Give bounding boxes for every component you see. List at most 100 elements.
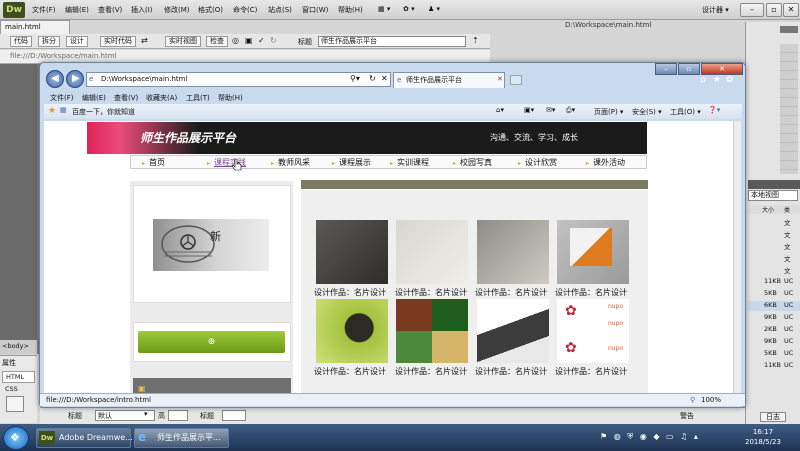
site-nav-item[interactable]: ▸ 教师风采	[271, 157, 310, 168]
ie-menu-favorites[interactable]: 收藏夹(A)	[146, 93, 177, 103]
props-format-icon[interactable]	[6, 396, 24, 412]
tray-shield-icon[interactable]: ⛨	[627, 432, 633, 441]
log-button[interactable]: 日志	[760, 412, 786, 422]
tray-monitor-icon[interactable]: ▭	[666, 432, 674, 441]
taskbar-ie[interactable]: 师生作品展示平...	[134, 428, 229, 448]
work-thumb-5[interactable]	[316, 299, 388, 363]
browser-tab[interactable]: 师生作品展示平台	[393, 72, 505, 88]
tray-volume-icon[interactable]: ♫	[680, 432, 687, 441]
home-icon[interactable]: ⌂	[700, 75, 706, 85]
files-row[interactable]: 文	[748, 241, 800, 251]
files-row[interactable]: 5KB UC	[748, 289, 800, 299]
ie-menu-view[interactable]: 查看(V)	[114, 93, 138, 103]
mail-icon[interactable]: ✉▾	[546, 106, 555, 114]
layout-icon[interactable]: ▦ ▾	[378, 5, 390, 13]
menu-window[interactable]: 窗口(W)	[302, 5, 328, 15]
tray-network-icon[interactable]: ◍	[614, 432, 621, 441]
suggested-sites-icon[interactable]: ▦	[60, 106, 67, 114]
files-row[interactable]: 9KB UC	[748, 313, 800, 323]
files-row[interactable]: 文	[748, 229, 800, 239]
print-icon[interactable]: ⎙▾	[566, 106, 575, 115]
search-icon[interactable]: ⚲▾	[350, 74, 360, 83]
files-row[interactable]: 2KB UC	[748, 325, 800, 335]
start-button[interactable]: ❖	[3, 426, 29, 450]
menu-file[interactable]: 文件(F)	[32, 5, 56, 15]
refresh-icon[interactable]: ↻	[369, 74, 376, 83]
work-thumb-6[interactable]	[396, 299, 468, 363]
new-tab-button[interactable]	[510, 75, 522, 85]
tray-app-icon[interactable]: ◉	[640, 432, 647, 441]
tag-selector[interactable]: <body>	[0, 340, 37, 354]
browser-close-button[interactable]: ✕	[701, 63, 743, 75]
zoom-icon[interactable]: ⚲	[690, 394, 695, 406]
favorites-icon[interactable]: ★	[48, 106, 56, 116]
safety-menu[interactable]: 安全(S) ▾	[632, 107, 662, 117]
live-view-button[interactable]: 实时视图	[165, 36, 201, 47]
files-row[interactable]: 文	[748, 265, 800, 275]
validate-icon[interactable]: ✓	[258, 36, 265, 45]
files-row[interactable]: 5KB UC	[748, 349, 800, 359]
inspect-toggle-icon[interactable]: ⇄	[141, 36, 148, 45]
menu-insert[interactable]: 插入(I)	[131, 5, 153, 15]
help-icon[interactable]: ❓▾	[708, 106, 720, 114]
browser-restore-button[interactable]: ▫	[678, 63, 700, 75]
green-action-button[interactable]: ⊕	[138, 331, 285, 353]
tools-gear-icon[interactable]: ✿	[726, 75, 734, 85]
ie-menu-tools[interactable]: 工具(T)	[186, 93, 210, 103]
work-thumb-3[interactable]	[477, 220, 549, 284]
tools-menu[interactable]: 工具(O) ▾	[670, 107, 701, 117]
feeds-icon[interactable]: ▣▾	[524, 106, 534, 114]
title-prop-input[interactable]	[222, 410, 246, 421]
files-row[interactable]: 11KB UC	[748, 277, 800, 287]
work-thumb-2[interactable]	[396, 220, 468, 284]
site-nav-item[interactable]: ▸ 课程展示	[332, 157, 371, 168]
ie-menu-edit[interactable]: 编辑(E)	[82, 93, 106, 103]
restore-button[interactable]: ▫	[766, 3, 782, 17]
live-code-button[interactable]: 实时代码	[100, 36, 136, 47]
designer-workspace-menu[interactable]: 设计器 ▾	[702, 5, 729, 15]
stop-icon[interactable]: ✕	[381, 74, 388, 83]
site-nav-item[interactable]: ▸ 首页	[142, 157, 165, 168]
globe-icon[interactable]: ◎	[232, 36, 239, 45]
files-row[interactable]: 文	[748, 217, 800, 227]
multiscreen-icon[interactable]: ▣	[245, 36, 253, 45]
files-row[interactable]: 9KB UC	[748, 337, 800, 347]
browser-minimize-button[interactable]: –	[655, 63, 677, 75]
panel-collapse-bar[interactable]	[780, 26, 798, 33]
browser-address-bar[interactable]: D:\Workspace\main.html	[86, 72, 391, 87]
vertical-scrollbar[interactable]	[733, 121, 741, 393]
site-nav-item[interactable]: ▸ 设计欣赏	[518, 157, 557, 168]
css-props-button[interactable]: CSS	[2, 384, 35, 394]
menu-edit[interactable]: 编辑(E)	[65, 5, 89, 15]
menu-format[interactable]: 格式(O)	[198, 5, 223, 15]
design-view-button[interactable]: 设计	[66, 36, 88, 47]
files-row[interactable]: 11KB UC	[748, 361, 800, 371]
work-thumb-1[interactable]	[316, 220, 388, 284]
refresh-icon[interactable]: ↻	[270, 36, 277, 45]
taskbar-clock[interactable]: 16:17 2018/5/23	[745, 427, 781, 447]
zoom-level[interactable]: 100%	[701, 394, 721, 406]
forward-button[interactable]: ▶	[66, 70, 84, 88]
tray-app2-icon[interactable]: ◆	[653, 432, 659, 441]
gear-icon[interactable]: ✿ ▾	[403, 5, 415, 13]
menu-modify[interactable]: 修改(M)	[164, 5, 190, 15]
tray-chevron-icon[interactable]: ▴	[694, 432, 698, 441]
menu-help[interactable]: 帮助(H)	[338, 5, 363, 15]
inspect-button[interactable]: 检查	[206, 36, 228, 47]
site-nav-item[interactable]: ▸ 课外活动	[586, 157, 625, 168]
height-input[interactable]	[168, 410, 188, 421]
menu-view[interactable]: 查看(V)	[98, 5, 122, 15]
site-nav-item[interactable]: ▸ 校园写真	[453, 157, 492, 168]
tray-flag-icon[interactable]: ⚑	[600, 432, 607, 441]
home-cmd-icon[interactable]: ⌂▾	[496, 106, 504, 114]
files-row[interactable]: 文	[748, 253, 800, 263]
tab-close-icon[interactable]: ✕	[497, 75, 503, 83]
files-view-select[interactable]: 本地视图	[748, 190, 798, 201]
title-input[interactable]: 师生作品展示平台	[318, 36, 466, 47]
user-icon[interactable]: ♟ ▾	[428, 5, 440, 13]
code-view-button[interactable]: 代码	[10, 36, 32, 47]
work-thumb-7[interactable]	[477, 299, 549, 363]
file-management-icon[interactable]: ⇡	[472, 36, 479, 45]
document-tab[interactable]: main.html	[0, 20, 70, 34]
split-view-button[interactable]: 拆分	[38, 36, 60, 47]
